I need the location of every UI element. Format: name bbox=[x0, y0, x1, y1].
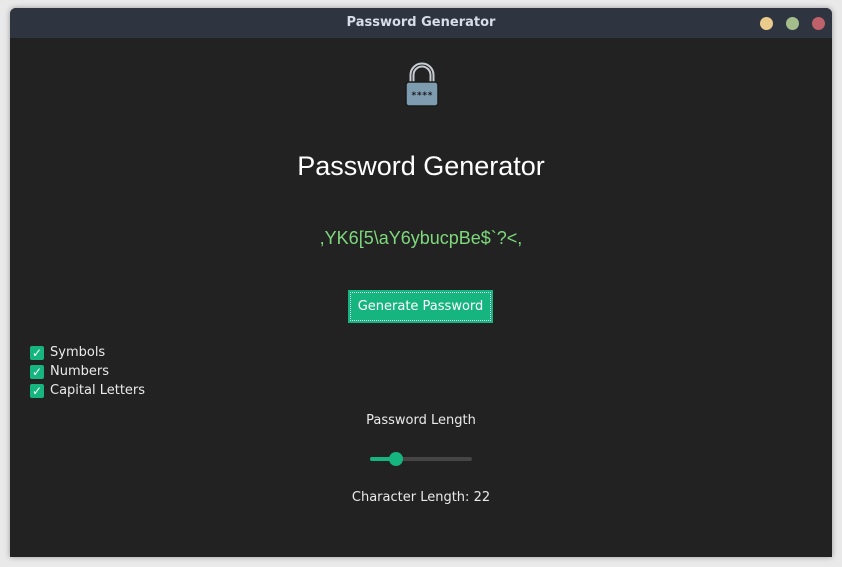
symbols-label: Symbols bbox=[50, 345, 106, 360]
minimize-button[interactable] bbox=[760, 17, 773, 30]
maximize-button[interactable] bbox=[786, 17, 799, 30]
title-bar[interactable]: Password Generator bbox=[10, 8, 832, 38]
password-length-label: Password Length bbox=[366, 413, 476, 428]
slider-thumb[interactable] bbox=[388, 452, 403, 466]
generated-password: ,YK6[5\aY6ybucpBe$`?<, bbox=[319, 228, 523, 248]
symbols-checkbox[interactable]: ✓ Symbols bbox=[30, 343, 145, 362]
numbers-checkbox[interactable]: ✓ Numbers bbox=[30, 362, 145, 381]
checkmark-icon: ✓ bbox=[30, 364, 44, 379]
close-button[interactable] bbox=[812, 17, 825, 30]
checkmark-icon: ✓ bbox=[30, 383, 44, 398]
options-list: ✓ Symbols ✓ Numbers ✓ Capital Letters bbox=[30, 343, 145, 400]
password-length-slider[interactable] bbox=[370, 451, 472, 467]
character-length-prefix: Character Length: bbox=[351, 490, 474, 505]
app-window: Password Generator **** Password Generat… bbox=[10, 8, 832, 557]
capital-letters-checkbox[interactable]: ✓ Capital Letters bbox=[30, 381, 145, 400]
app-title: Password Generator bbox=[297, 151, 545, 181]
padlock-icon: **** bbox=[405, 62, 439, 107]
svg-text:****: **** bbox=[411, 91, 433, 101]
checkmark-icon: ✓ bbox=[30, 345, 44, 360]
numbers-label: Numbers bbox=[50, 364, 109, 379]
generate-password-button[interactable]: Generate Password bbox=[348, 290, 493, 323]
character-length: Character Length: 22 bbox=[10, 490, 832, 505]
capital-letters-label: Capital Letters bbox=[50, 383, 146, 398]
window-title: Password Generator bbox=[346, 15, 496, 30]
character-length-value: 22 bbox=[473, 490, 491, 505]
